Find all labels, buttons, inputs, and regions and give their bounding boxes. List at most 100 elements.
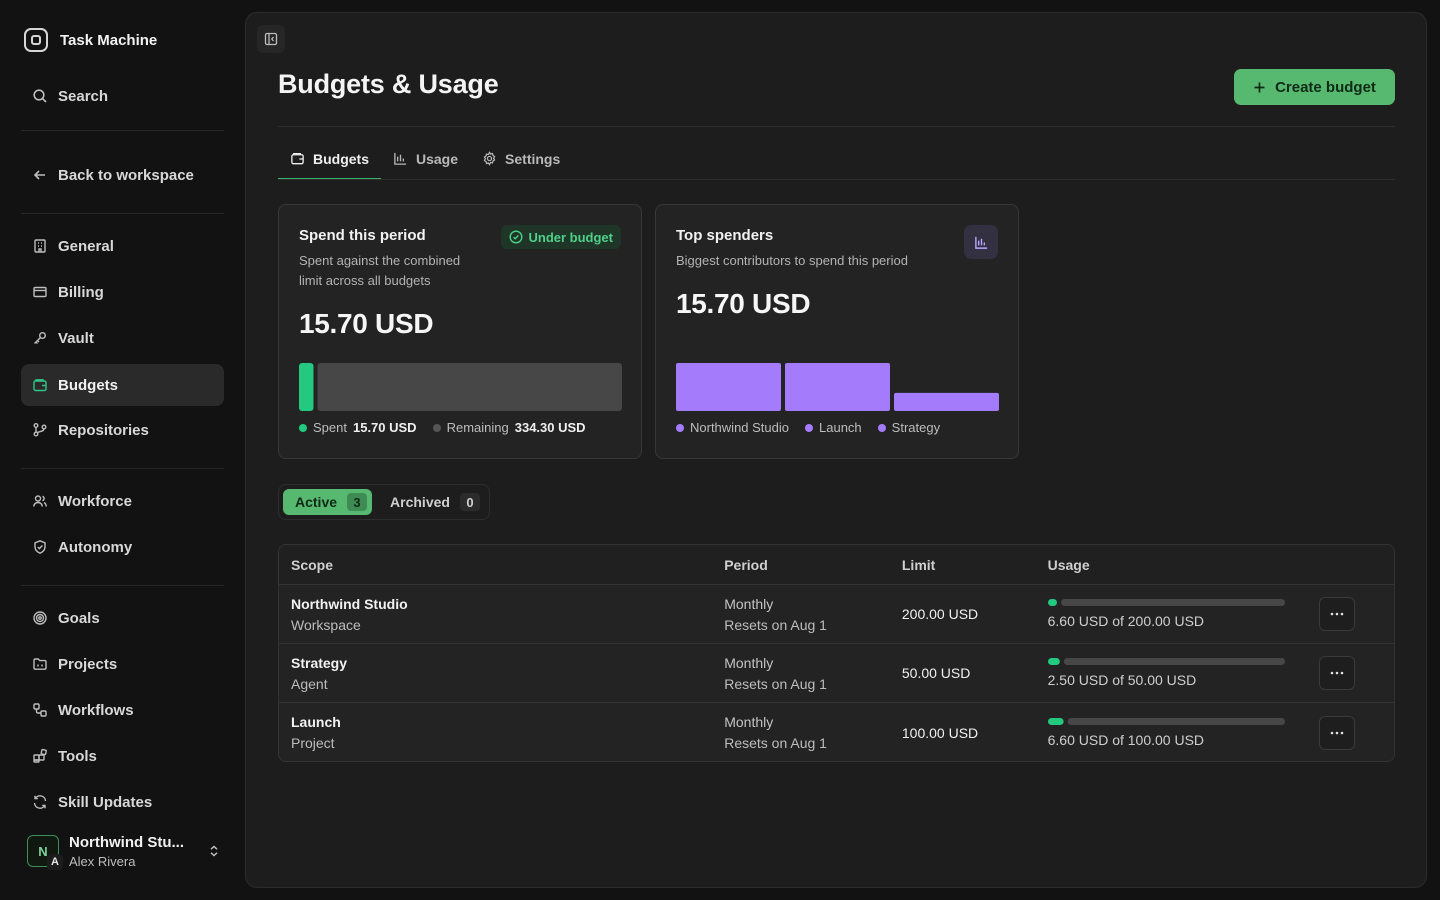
chevron-up-down-icon xyxy=(210,845,218,857)
card-description: Spent against the combined limit across … xyxy=(299,251,460,291)
sidebar-item-label: Autonomy xyxy=(58,538,133,556)
chart-view-button[interactable] xyxy=(964,225,998,259)
sidebar-item-billing[interactable]: Billing xyxy=(21,271,224,313)
sidebar-item-label: Goals xyxy=(58,609,100,627)
search-button[interactable]: Search xyxy=(21,75,224,117)
spend-progress-bar xyxy=(299,363,622,411)
sidebar-item-label: Budgets xyxy=(58,376,118,394)
search-icon xyxy=(33,89,47,103)
sidebar-item-autonomy[interactable]: Autonomy xyxy=(21,526,224,568)
main-panel: Budgets & Usage Create budget Budgets Us… xyxy=(245,12,1427,888)
limit-value: 200.00 USD xyxy=(901,606,979,622)
sidebar-item-workflows[interactable]: Workflows xyxy=(21,689,224,731)
top-spenders-chart xyxy=(676,363,999,411)
user-avatar-badge: A xyxy=(47,854,63,870)
filter-count: 0 xyxy=(459,493,480,511)
card-title: Spend this period xyxy=(299,227,426,244)
target-icon xyxy=(33,611,47,625)
filter-count: 3 xyxy=(347,493,368,511)
arrow-left-icon xyxy=(33,170,45,180)
wallet-icon xyxy=(291,152,304,165)
tab-bar: Budgets Usage Settings xyxy=(278,138,572,180)
tab-label: Budgets xyxy=(313,150,369,167)
filter-label: Archived xyxy=(390,494,450,510)
table-row[interactable]: Northwind Studio Workspace Monthly Reset… xyxy=(279,585,1394,644)
spender-bar xyxy=(785,363,890,411)
row-actions-button[interactable] xyxy=(1319,597,1356,631)
tab-usage[interactable]: Usage xyxy=(381,138,470,179)
scope-name: Launch xyxy=(291,714,341,730)
page-title: Budgets & Usage xyxy=(278,69,499,99)
filter-archived-button[interactable]: Archived 0 xyxy=(378,489,485,515)
gear-icon xyxy=(483,151,496,166)
sidebar-item-label: Vault xyxy=(58,329,94,347)
bar-chart-icon xyxy=(394,152,407,165)
sidebar-item-repositories[interactable]: Repositories xyxy=(21,409,224,451)
scope-type: Project xyxy=(291,735,335,751)
divider xyxy=(278,126,1395,127)
legend-dot xyxy=(676,423,684,432)
period-reset: Resets on Aug 1 xyxy=(724,675,827,692)
scope-name: Northwind Studio xyxy=(291,595,408,612)
tab-budgets[interactable]: Budgets xyxy=(278,138,381,180)
row-actions-button[interactable] xyxy=(1319,715,1356,750)
legend-item: Launch xyxy=(805,420,862,435)
filter-active-button[interactable]: Active 3 xyxy=(283,489,373,515)
period-reset: Resets on Aug 1 xyxy=(724,616,827,633)
legend-label: Launch xyxy=(819,420,862,435)
sidebar-item-label: Workflows xyxy=(58,701,134,719)
tab-settings[interactable]: Settings xyxy=(470,138,572,179)
sidebar-item-projects[interactable]: Projects xyxy=(21,643,224,685)
legend-dot xyxy=(432,423,441,432)
more-horizontal-icon xyxy=(1330,612,1344,616)
sidebar-item-label: Billing xyxy=(58,283,104,301)
column-header-limit: Limit xyxy=(901,556,936,573)
account-switcher[interactable]: N A Northwind Stu... Alex Rivera xyxy=(21,826,224,876)
scope-type: Agent xyxy=(291,675,328,692)
sidebar-item-vault[interactable]: Vault xyxy=(21,317,224,359)
sidebar: Task Machine Search Back to workspace Ge… xyxy=(0,0,244,900)
status-badge: Under budget xyxy=(500,225,621,249)
spenders-legend: Northwind Studio Launch Strategy xyxy=(676,420,940,435)
card-description-line: limit across all budgets xyxy=(299,273,431,288)
legend-item: Northwind Studio xyxy=(676,420,789,435)
app-logo-icon xyxy=(24,28,48,52)
row-actions-button[interactable] xyxy=(1319,656,1356,690)
check-circle-icon xyxy=(508,230,523,244)
table-row[interactable]: Strategy Agent Monthly Resets on Aug 1 5… xyxy=(279,644,1394,703)
shield-check-icon xyxy=(34,540,46,554)
legend-label: Strategy xyxy=(891,420,941,435)
card-description: Biggest contributors to spend this perio… xyxy=(676,253,908,268)
sidebar-item-workforce[interactable]: Workforce xyxy=(21,480,224,522)
card-description-line: Spent against the combined xyxy=(299,253,461,268)
legend-label: Remaining xyxy=(446,420,509,435)
table-row[interactable]: Launch Project Monthly Resets on Aug 1 1… xyxy=(279,703,1394,761)
sidebar-item-budgets[interactable]: Budgets xyxy=(21,364,224,406)
sidebar-item-tools[interactable]: Tools xyxy=(21,735,224,777)
wallet-icon xyxy=(33,379,47,392)
refresh-icon xyxy=(33,795,47,809)
sidebar-item-goals[interactable]: Goals xyxy=(21,597,224,639)
credit-card-icon xyxy=(33,286,47,298)
column-header-scope: Scope xyxy=(291,556,334,573)
sidebar-item-skill-updates[interactable]: Skill Updates xyxy=(21,781,224,823)
spent-segment xyxy=(299,363,314,411)
column-header-period: Period xyxy=(724,556,768,573)
avatar: N A xyxy=(27,835,63,870)
back-to-workspace-link[interactable]: Back to workspace xyxy=(21,154,224,196)
badge-label: Under budget xyxy=(528,229,614,245)
collapse-sidebar-button[interactable] xyxy=(257,25,285,53)
more-horizontal-icon xyxy=(1330,671,1344,675)
create-budget-button[interactable]: Create budget xyxy=(1234,69,1395,105)
brand[interactable]: Task Machine xyxy=(24,27,157,53)
folder-icon xyxy=(33,658,47,670)
plus-icon xyxy=(1254,82,1265,92)
more-horizontal-icon xyxy=(1330,731,1344,734)
scope-name: Strategy xyxy=(291,654,348,671)
sidebar-item-label: Tools xyxy=(58,747,97,765)
legend-spent: Spent 15.70 USD xyxy=(299,420,417,435)
blocks-icon xyxy=(33,748,47,763)
period-frequency: Monthly xyxy=(724,654,774,671)
sidebar-item-general[interactable]: General xyxy=(21,225,224,267)
users-icon xyxy=(33,495,47,507)
